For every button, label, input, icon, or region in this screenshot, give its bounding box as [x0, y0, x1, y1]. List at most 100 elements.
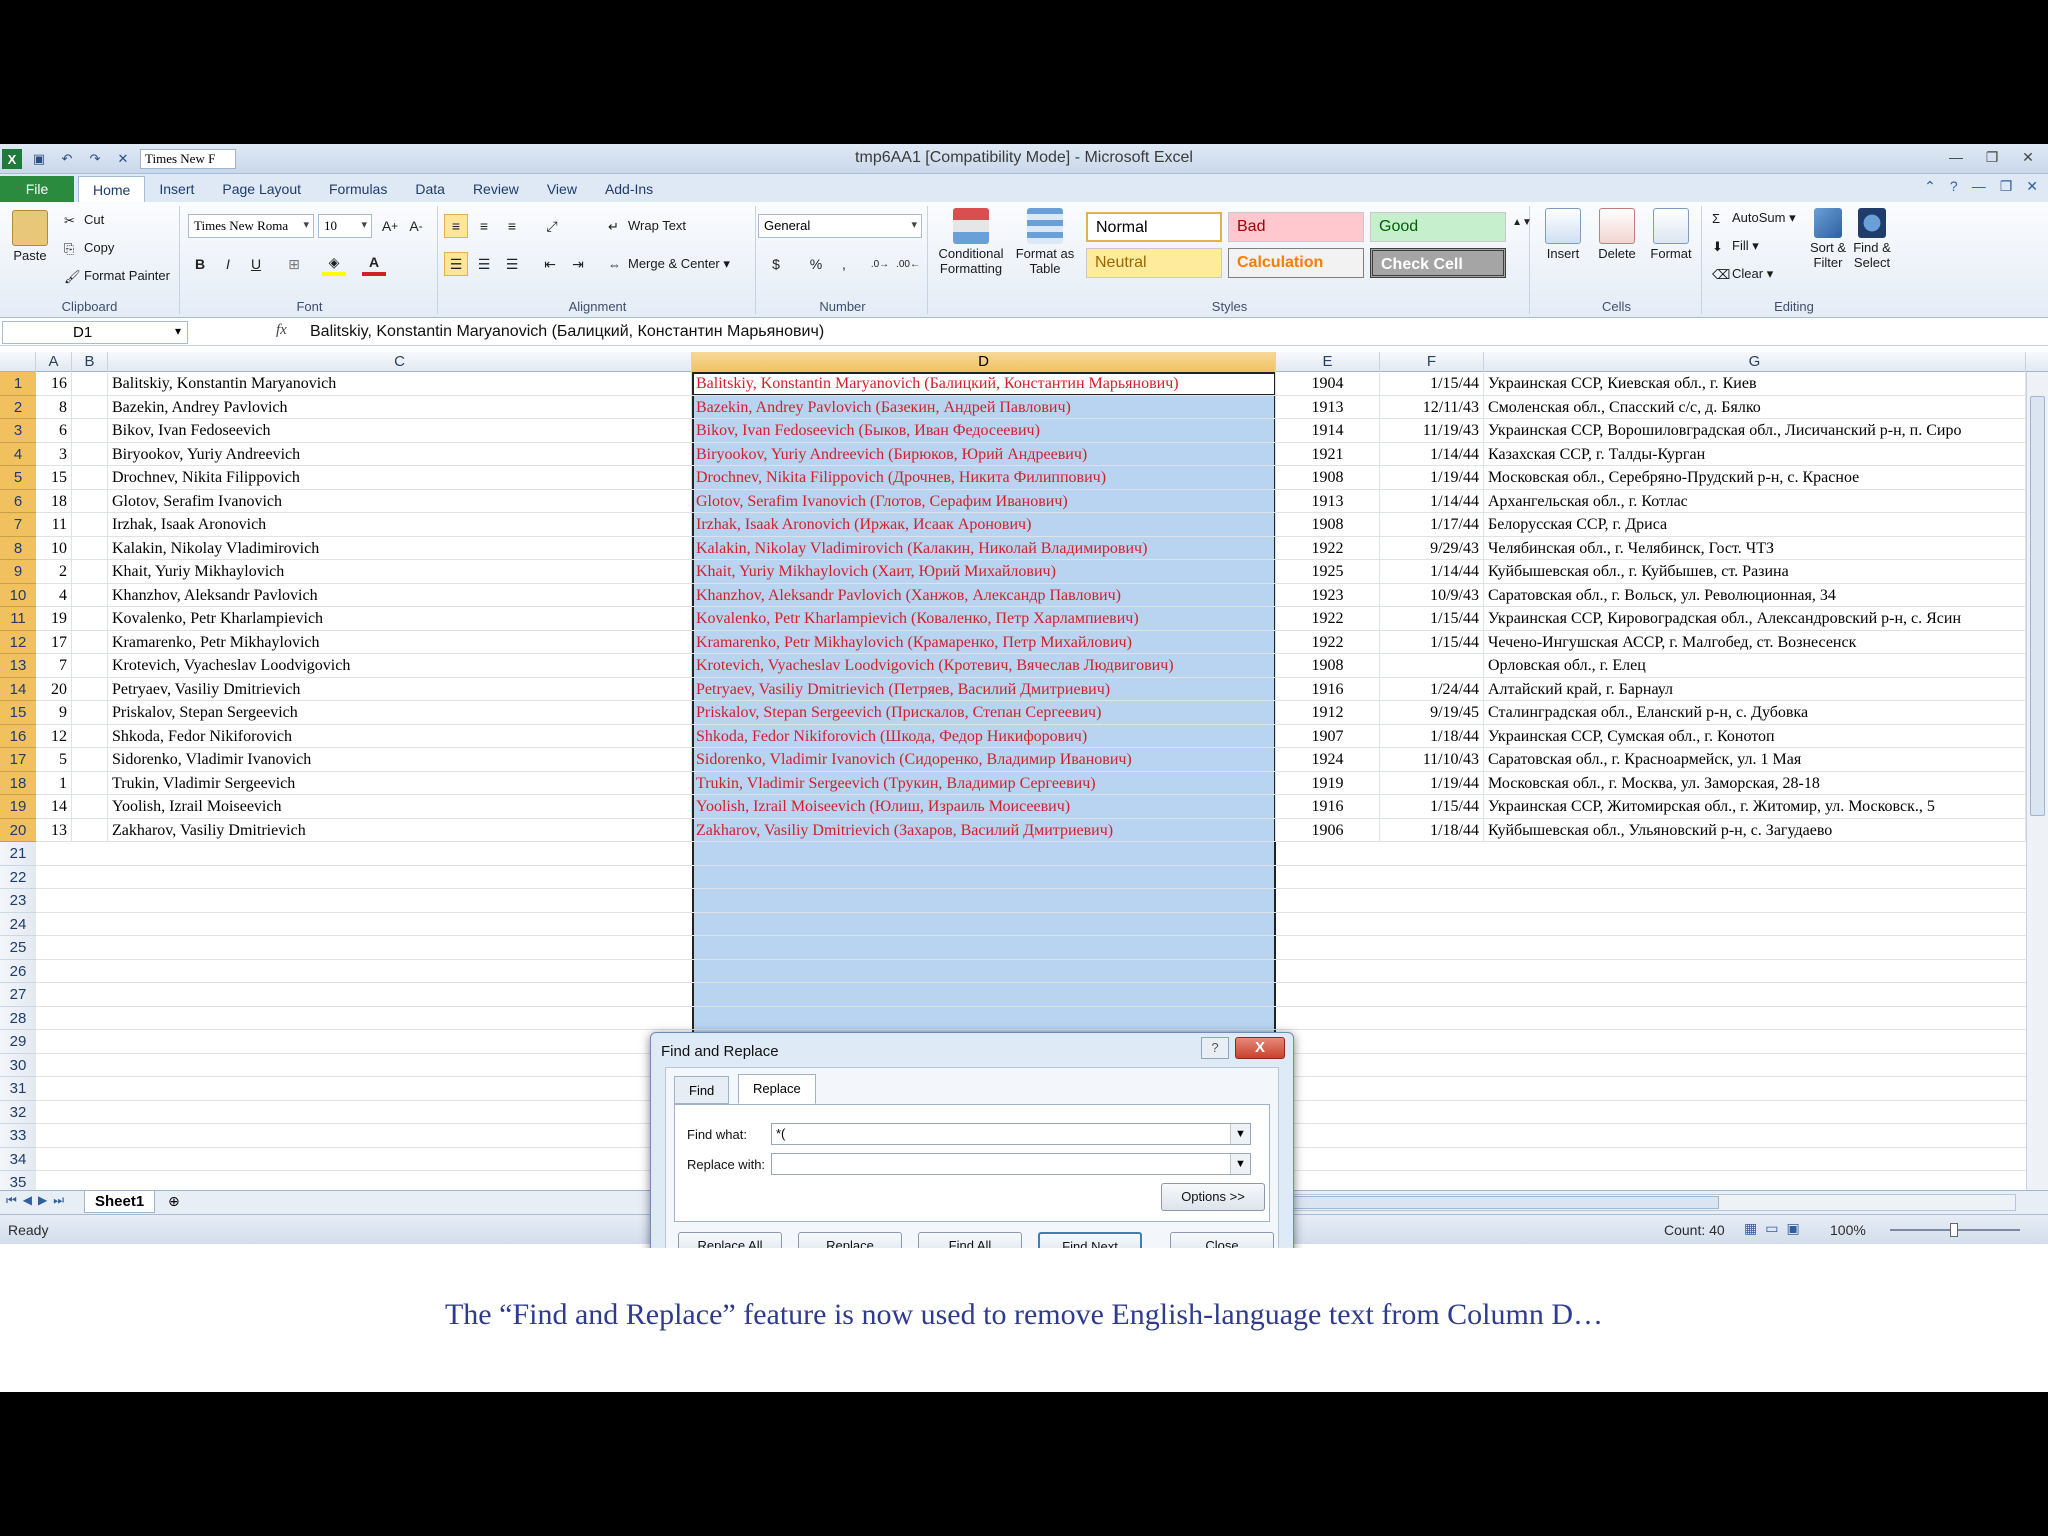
cell-c[interactable]: Yoolish, Izrail Moiseevich [108, 795, 692, 818]
cell-c[interactable]: Kramarenko, Petr Mikhaylovich [108, 630, 692, 654]
cell-d[interactable]: Krotevich, Vyacheslav Loodvigovich (Крот… [692, 654, 1276, 677]
column-header-c[interactable]: C [108, 352, 692, 372]
cell-d[interactable]: Zakharov, Vasiliy Dmitrievich (Захаров, … [692, 818, 1276, 842]
fill-color-icon[interactable]: ◈ [322, 252, 346, 276]
comma-icon[interactable]: , [832, 252, 856, 276]
sheet-tab-sheet1[interactable]: Sheet1 [84, 1191, 156, 1213]
cell-e[interactable]: 1914 [1276, 419, 1380, 442]
paste-button[interactable]: Paste [8, 210, 52, 263]
conditional-formatting-button[interactable]: Conditional Formatting [936, 208, 1006, 276]
cell-e[interactable]: 1908 [1276, 654, 1380, 677]
align-bottom-icon[interactable]: ≡ [500, 214, 524, 238]
cell-d[interactable]: Petryaev, Vasiliy Dmitrievich (Петряев, … [692, 677, 1276, 701]
row-header[interactable]: 6 [0, 489, 36, 513]
font-name-combo[interactable]: Times New Roma [188, 214, 314, 238]
cell-a[interactable]: 6 [36, 419, 72, 442]
row-header[interactable]: 1 [0, 372, 36, 396]
cell-d[interactable]: Glotov, Serafim Ivanovich (Глотов, Сераф… [692, 489, 1276, 513]
cell-a[interactable]: 15 [36, 466, 72, 489]
cell-d[interactable]: Yoolish, Izrail Moiseevich (Юлиш, Израил… [692, 795, 1276, 818]
row-header[interactable]: 9 [0, 560, 36, 584]
find-history-dropdown-icon[interactable]: ▼ [1230, 1124, 1250, 1144]
format-cells-button[interactable]: Format [1646, 208, 1696, 261]
row-header[interactable]: 24 [0, 912, 36, 936]
cell-g[interactable]: Орловская обл., г. Елец [1484, 654, 2026, 677]
row-header[interactable]: 28 [0, 1006, 36, 1030]
name-box[interactable]: D1 [2, 321, 188, 344]
align-left-icon[interactable]: ☰ [444, 252, 468, 276]
cell-b[interactable] [72, 677, 108, 701]
cell-c[interactable]: Sidorenko, Vladimir Ivanovich [108, 748, 692, 771]
cell-f[interactable]: 1/18/44 [1380, 818, 1484, 842]
cell-d[interactable]: Kalakin, Nikolay Vladimirovich (Калакин,… [692, 536, 1276, 560]
cell-g[interactable]: Белорусская ССР, г. Дриса [1484, 513, 2026, 536]
bold-icon[interactable]: B [188, 252, 212, 276]
tab-view[interactable]: View [533, 176, 591, 202]
tab-data[interactable]: Data [401, 176, 459, 202]
insert-cells-button[interactable]: Insert [1538, 208, 1588, 261]
format-painter-button[interactable]: 🖌 Format Painter [64, 268, 170, 285]
restore-icon[interactable]: ❐ [1978, 146, 2006, 168]
cell-c[interactable]: Zakharov, Vasiliy Dmitrievich [108, 818, 692, 842]
tab-add-ins[interactable]: Add-Ins [591, 176, 667, 202]
cell-a[interactable]: 20 [36, 677, 72, 701]
row-header[interactable]: 2 [0, 395, 36, 419]
cell-g[interactable]: Смоленская обл., Спасский с/с, д. Бялко [1484, 395, 2026, 419]
cell-g[interactable]: Украинская ССР, Киевская обл., г. Киев [1484, 372, 2026, 395]
cell-c[interactable]: Khanzhov, Aleksandr Pavlovich [108, 583, 692, 607]
align-right-icon[interactable]: ☰ [500, 252, 524, 276]
cell-g[interactable]: Архангельская обл., г. Котлас [1484, 489, 2026, 513]
style-calculation[interactable]: Calculation [1228, 248, 1364, 278]
cell-a[interactable]: 10 [36, 536, 72, 560]
cell-f[interactable]: 1/19/44 [1380, 771, 1484, 795]
row-header[interactable]: 27 [0, 983, 36, 1007]
cell-g[interactable]: Чечено-Ингушская АССР, г. Малгобед, ст. … [1484, 630, 2026, 654]
column-header-a[interactable]: A [36, 352, 72, 372]
cell-f[interactable]: 1/15/44 [1380, 607, 1484, 630]
clear-button[interactable]: ⌫ Clear ▾ [1712, 266, 1773, 283]
sort-filter-button[interactable]: Sort & Filter [1808, 208, 1848, 270]
zoom-level[interactable]: 100% [1830, 1222, 1866, 1238]
percent-icon[interactable]: % [804, 252, 828, 276]
doc-restore-icon[interactable]: ❐ [2000, 178, 2013, 195]
cell-e[interactable]: 1922 [1276, 536, 1380, 560]
row-header[interactable]: 4 [0, 442, 36, 466]
cell-c[interactable]: Bazekin, Andrey Pavlovich [108, 395, 692, 419]
insert-sheet-icon[interactable]: ⊕ [168, 1193, 180, 1210]
cell-a[interactable]: 5 [36, 748, 72, 771]
row-header[interactable]: 7 [0, 513, 36, 537]
cell-f[interactable]: 12/11/43 [1380, 395, 1484, 419]
cell-e[interactable]: 1912 [1276, 701, 1380, 724]
cell-a[interactable]: 18 [36, 489, 72, 513]
number-format-combo[interactable]: General [758, 214, 922, 238]
copy-button[interactable]: ⎘ Copy [64, 240, 114, 257]
cell-d[interactable]: Drochnev, Nikita Filippovich (Дрочнев, Н… [692, 466, 1276, 489]
cell-a[interactable]: 17 [36, 630, 72, 654]
cell-e[interactable]: 1908 [1276, 466, 1380, 489]
column-header-e[interactable]: E [1276, 352, 1380, 372]
cell-g[interactable]: Украинская ССР, Ворошиловградская обл., … [1484, 419, 2026, 442]
underline-icon[interactable]: U [244, 252, 268, 276]
fx-icon[interactable]: fx [276, 322, 287, 339]
style-normal[interactable]: Normal [1086, 212, 1222, 242]
merge-center-button[interactable]: ⇔ Merge & Center ▾ [608, 256, 730, 273]
align-center-icon[interactable]: ☰ [472, 252, 496, 276]
row-header[interactable]: 30 [0, 1053, 36, 1077]
cell-d[interactable]: Khanzhov, Aleksandr Pavlovich (Ханжов, А… [692, 583, 1276, 607]
increase-indent-icon[interactable]: ⇥ [566, 252, 590, 276]
minimize-icon[interactable]: — [1942, 146, 1970, 168]
row-header[interactable]: 18 [0, 771, 36, 795]
find-select-button[interactable]: Find & Select [1852, 208, 1892, 270]
cell-b[interactable] [72, 466, 108, 489]
cell-g[interactable]: Московская обл., г. Москва, ул. Заморска… [1484, 771, 2026, 795]
cell-b[interactable] [72, 771, 108, 795]
row-header[interactable]: 3 [0, 419, 36, 443]
zoom-slider[interactable] [1890, 1223, 2020, 1237]
close-icon[interactable]: ✕ [2014, 146, 2042, 168]
column-header-g[interactable]: G [1484, 352, 2026, 372]
cell-d[interactable]: Trukin, Vladimir Sergeevich (Трукин, Вла… [692, 771, 1276, 795]
decrease-decimal-icon[interactable]: .00← [896, 252, 920, 276]
increase-decimal-icon[interactable]: .0→ [868, 252, 892, 276]
style-bad[interactable]: Bad [1228, 212, 1364, 242]
cell-g[interactable]: Казахская ССР, г. Талды-Курган [1484, 442, 2026, 466]
